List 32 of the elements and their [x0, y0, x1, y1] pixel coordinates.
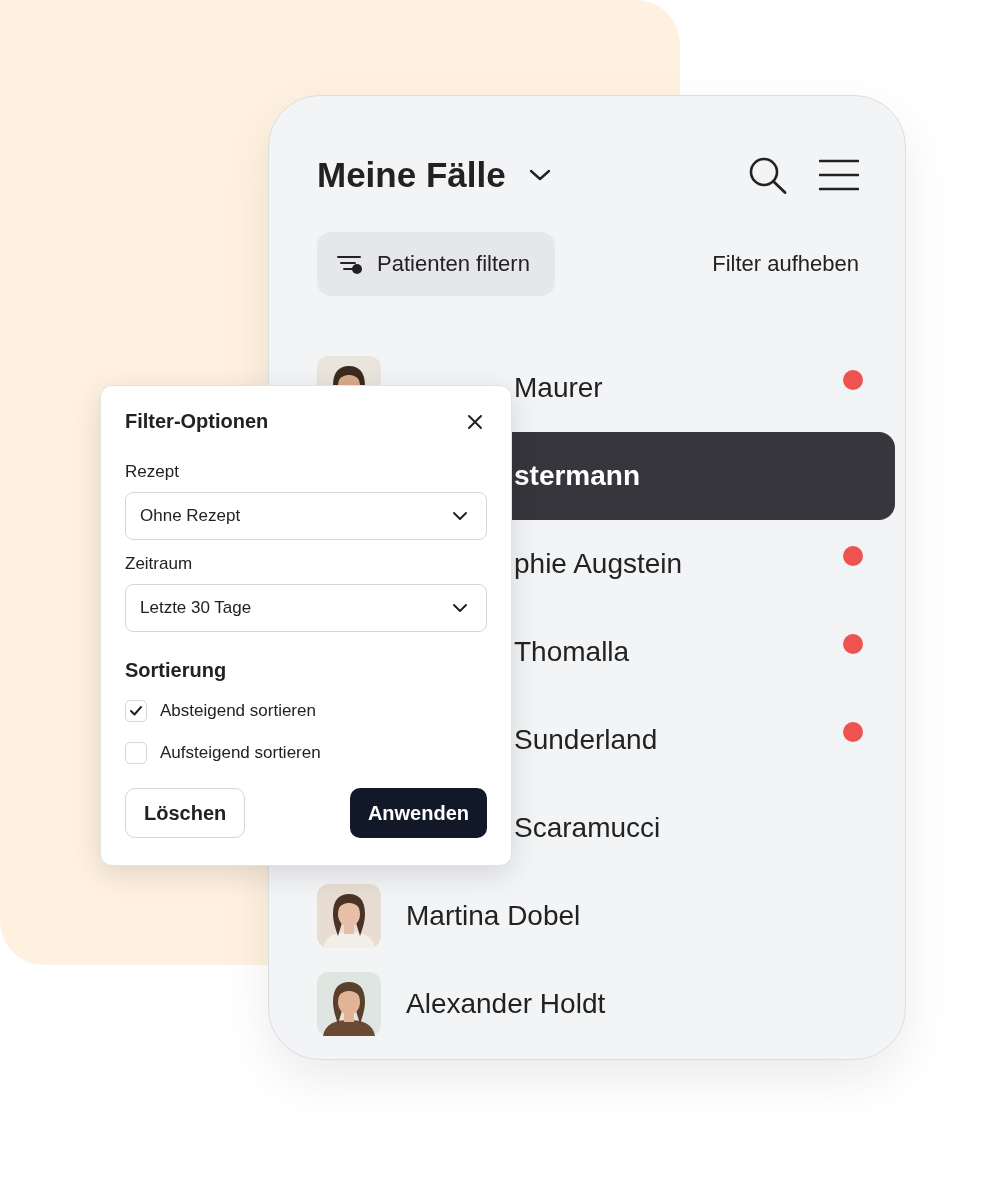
patient-row[interactable]: Martina Dobel — [301, 872, 895, 960]
menu-icon[interactable] — [819, 159, 859, 191]
checkbox-label: Aufsteigend sortieren — [160, 743, 321, 763]
chevron-down-icon[interactable] — [527, 168, 552, 182]
filter-icon — [337, 254, 363, 274]
popover-title: Filter-Optionen — [125, 410, 269, 433]
patient-name: Maurer — [514, 372, 603, 404]
dropdown-field[interactable]: Ohne Rezept — [125, 492, 487, 540]
checkbox-label: Absteigend sortieren — [160, 701, 316, 721]
patient-name: Martina Dobel — [406, 900, 581, 932]
apply-button[interactable]: Anwenden — [349, 788, 487, 838]
patient-name: phie Augstein — [514, 548, 683, 580]
field-label: Zeitraum — [125, 554, 194, 574]
page-title: Meine Fälle — [317, 155, 506, 195]
field-label: Rezept — [125, 462, 180, 482]
filter-button[interactable]: Patienten filtern — [317, 232, 555, 296]
checkbox[interactable] — [125, 700, 147, 722]
chevron-down-icon — [452, 603, 468, 613]
clear-button[interactable]: Löschen — [125, 788, 246, 838]
close-icon[interactable] — [467, 413, 483, 430]
patient-name: Sunderland — [514, 724, 658, 756]
checkbox[interactable] — [125, 742, 147, 764]
checkmark-icon — [129, 705, 143, 717]
search-icon[interactable] — [749, 156, 787, 194]
section-heading: Sortierung — [125, 659, 228, 682]
patient-row[interactable]: Alexander Holdt — [301, 960, 895, 1048]
patient-name: stermann — [514, 460, 641, 492]
chevron-down-icon — [452, 511, 468, 521]
dropdown-field[interactable]: Letzte 30 Tage — [125, 584, 487, 632]
clear-filter-link[interactable]: Filter aufheben — [712, 251, 859, 277]
patient-name: Thomalla — [514, 636, 630, 668]
patient-name: Alexander Holdt — [406, 988, 606, 1020]
